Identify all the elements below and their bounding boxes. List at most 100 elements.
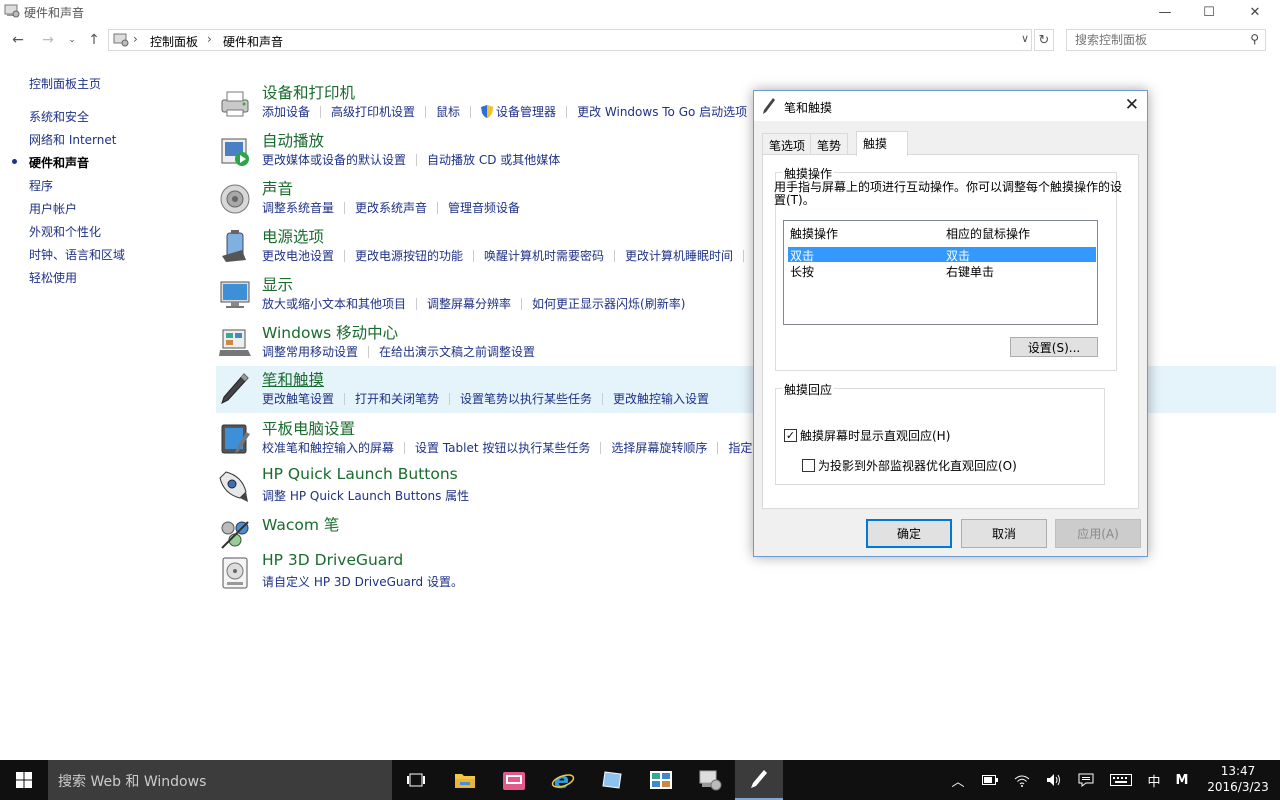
nav-ease-of-access[interactable]: 轻松使用 — [29, 269, 77, 286]
link-specify[interactable]: 指定 — [728, 439, 752, 456]
cancel-button[interactable]: 取消 — [961, 519, 1047, 548]
link-text-size[interactable]: 放大或缩小文本和其他项目 — [262, 295, 406, 312]
nav-system-security[interactable]: 系统和安全 — [29, 108, 89, 125]
nav-control-panel-home[interactable]: 控制面板主页 — [29, 75, 101, 92]
link-pen-settings[interactable]: 更改触笔设置 — [262, 390, 334, 407]
nav-clock-language-region[interactable]: 时钟、语言和区域 — [29, 246, 125, 263]
show-visual-feedback-checkbox[interactable]: ✓ 触摸屏幕时显示直观回应(H) — [784, 427, 950, 444]
file-explorer-icon[interactable] — [441, 760, 489, 800]
link-system-volume[interactable]: 调整系统音量 — [262, 199, 334, 216]
link-refresh-rate[interactable]: 如何更正显示器闪烁(刷新率) — [532, 295, 685, 312]
action-center-icon[interactable] — [1074, 760, 1098, 800]
address-bar[interactable]: › 控制面板 › 硬件和声音 ∨ — [108, 29, 1032, 51]
link-presentation-settings[interactable]: 在给出演示文稿之前调整设置 — [379, 343, 535, 360]
apply-button[interactable]: 应用(A) — [1055, 519, 1141, 548]
breadcrumb-separator-icon[interactable]: › — [207, 32, 212, 46]
category-title[interactable]: HP 3D DriveGuard — [262, 551, 403, 569]
link-rotation-order[interactable]: 选择屏幕旋转顺序 — [611, 439, 707, 456]
search-box[interactable]: ⚲ — [1066, 29, 1266, 51]
checkmark-icon[interactable]: ✓ — [784, 429, 797, 442]
wacom-icon[interactable] — [218, 518, 252, 552]
recent-locations-chevron-icon[interactable]: ⌄ — [62, 30, 82, 50]
keyboard-icon[interactable] — [1108, 760, 1134, 800]
store-app-icon[interactable] — [490, 760, 538, 800]
pen-icon[interactable] — [218, 372, 252, 406]
volume-icon[interactable] — [1042, 760, 1066, 800]
link-touch-input[interactable]: 更改触控输入设置 — [613, 390, 709, 407]
category-title[interactable]: 设备和打印机 — [262, 81, 355, 103]
settings-button[interactable]: 设置(S)... — [1010, 337, 1098, 357]
battery-icon[interactable] — [978, 760, 1002, 800]
link-tablet-buttons[interactable]: 设置 Tablet 按钮以执行某些任务 — [415, 439, 590, 456]
printer-icon[interactable] — [218, 86, 252, 120]
search-input[interactable] — [1067, 30, 1237, 50]
category-title[interactable]: 自动播放 — [262, 129, 324, 151]
column-header-touch-action[interactable]: 触摸操作 — [790, 225, 838, 242]
link-screen-resolution[interactable]: 调整屏幕分辨率 — [427, 295, 511, 312]
maximize-button[interactable]: ☐ — [1186, 0, 1232, 24]
back-arrow-icon[interactable]: ← — [8, 30, 28, 50]
link-mobility-settings[interactable]: 调整常用移动设置 — [262, 343, 358, 360]
category-title[interactable]: 电源选项 — [262, 225, 324, 247]
link-hp-quick-launch-props[interactable]: 调整 HP Quick Launch Buttons 属性 — [262, 487, 469, 504]
power-icon[interactable] — [218, 230, 252, 264]
nav-network-internet[interactable]: 网络和 Internet — [29, 131, 116, 148]
optimize-projection-checkbox[interactable]: 为投影到外部监视器优化直观回应(O) — [802, 457, 1017, 474]
list-item[interactable]: 长按 右键单击 — [788, 263, 1096, 279]
search-icon[interactable]: ⚲ — [1250, 32, 1259, 46]
link-device-manager[interactable]: 设备管理器 — [496, 103, 556, 120]
speaker-icon[interactable] — [218, 182, 252, 216]
ok-button[interactable]: 确定 — [866, 519, 952, 548]
up-arrow-icon[interactable]: ↑ — [84, 30, 104, 50]
nav-user-accounts[interactable]: 用户帐户 — [29, 200, 77, 217]
internet-explorer-icon[interactable]: e — [539, 760, 587, 800]
close-icon[interactable]: ✕ — [1125, 95, 1139, 115]
link-add-device[interactable]: 添加设备 — [262, 103, 310, 120]
close-button[interactable]: ✕ — [1232, 0, 1278, 24]
link-default-media-settings[interactable]: 更改媒体或设备的默认设置 — [262, 151, 406, 168]
category-title[interactable]: HP Quick Launch Buttons — [262, 465, 458, 483]
link-autoplay-cd[interactable]: 自动播放 CD 或其他媒体 — [427, 151, 560, 168]
category-title[interactable]: 笔和触摸 — [262, 368, 324, 390]
nav-appearance[interactable]: 外观和个性化 — [29, 223, 101, 240]
list-item[interactable]: 双击 双击 — [788, 247, 1096, 263]
nav-hardware-sound[interactable]: 硬件和声音 — [29, 154, 89, 171]
windows-start-icon[interactable] — [0, 760, 48, 800]
link-power-button[interactable]: 更改电源按钮的功能 — [355, 247, 463, 264]
link-audio-devices[interactable]: 管理音频设备 — [448, 199, 520, 216]
tablet-icon[interactable] — [218, 422, 252, 456]
checkbox-box[interactable] — [802, 459, 815, 472]
wifi-icon[interactable] — [1010, 760, 1034, 800]
category-title[interactable]: Windows 移动中心 — [262, 321, 398, 343]
link-flicks-tasks[interactable]: 设置笔势以执行某些任务 — [460, 390, 592, 407]
link-battery-settings[interactable]: 更改电池设置 — [262, 247, 334, 264]
category-title[interactable]: 显示 — [262, 273, 293, 295]
touch-actions-list[interactable]: 触摸操作 相应的鼠标操作 双击 双击 长按 右键单击 — [783, 220, 1098, 325]
link-windows-to-go[interactable]: 更改 Windows To Go 启动选项 — [577, 103, 747, 120]
pen-touch-taskbar-icon[interactable] — [735, 760, 783, 800]
tab-flicks[interactable]: 笔势 — [810, 133, 849, 155]
mobility-center-taskbar-icon[interactable] — [637, 760, 685, 800]
control-panel-taskbar-icon[interactable] — [686, 760, 734, 800]
forward-arrow-icon[interactable]: → — [38, 30, 58, 50]
link-mouse[interactable]: 鼠标 — [436, 103, 460, 120]
breadcrumb-hardware-sound[interactable]: 硬件和声音 — [223, 33, 283, 50]
tab-touch[interactable]: 触摸 — [856, 131, 908, 156]
link-calibrate-screen[interactable]: 校准笔和触控输入的屏幕 — [262, 439, 394, 456]
link-system-sounds[interactable]: 更改系统声音 — [355, 199, 427, 216]
driveguard-icon[interactable] — [218, 556, 252, 590]
minimize-button[interactable]: — — [1142, 0, 1188, 24]
rocket-icon[interactable] — [218, 470, 252, 504]
taskbar-search[interactable]: 搜索 Web 和 Windows — [48, 760, 392, 800]
ime-mode-indicator[interactable]: M — [1170, 760, 1194, 800]
taskbar-clock[interactable]: 13:47 2016/3/23 — [1200, 763, 1276, 795]
chevron-up-icon[interactable]: ︿ — [946, 760, 970, 800]
category-title[interactable]: 平板电脑设置 — [262, 417, 355, 439]
refresh-icon[interactable]: ↻ — [1034, 29, 1054, 51]
link-driveguard-settings[interactable]: 请自定义 HP 3D DriveGuard 设置。 — [262, 573, 463, 590]
chevron-down-icon[interactable]: ∨ — [1021, 32, 1029, 45]
column-header-mouse-action[interactable]: 相应的鼠标操作 — [946, 225, 1030, 242]
nav-programs[interactable]: 程序 — [29, 177, 53, 194]
category-title[interactable]: Wacom 笔 — [262, 513, 339, 535]
link-wake-password[interactable]: 唤醒计算机时需要密码 — [484, 247, 604, 264]
